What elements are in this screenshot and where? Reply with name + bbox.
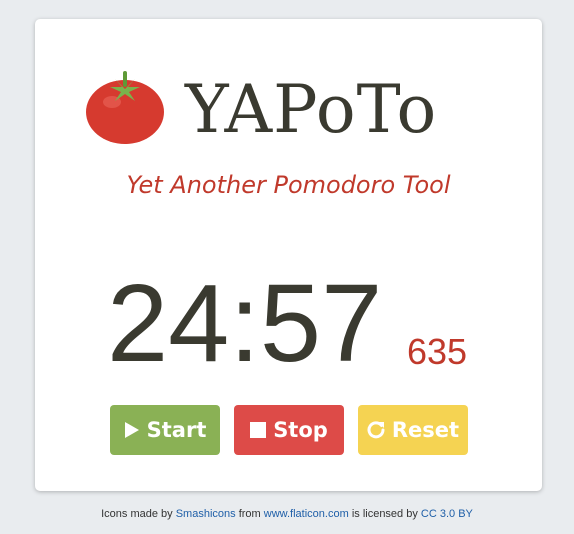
play-icon bbox=[124, 421, 140, 439]
reset-button[interactable]: Reset bbox=[358, 405, 468, 455]
attribution-prefix: Icons made by bbox=[101, 508, 173, 520]
timer-minutes-seconds: 24:57 bbox=[107, 262, 383, 385]
reset-icon bbox=[367, 421, 385, 439]
flaticon-link[interactable]: www.flaticon.com bbox=[264, 508, 349, 520]
timer-display: 24:57 635 bbox=[107, 264, 487, 384]
author-link[interactable]: Smashicons bbox=[176, 508, 236, 520]
attribution-license-text: is licensed by bbox=[351, 508, 418, 520]
pomodoro-card: YAPoTo Yet Another Pomodoro Tool 24:57 6… bbox=[35, 19, 542, 491]
start-button[interactable]: Start bbox=[110, 405, 220, 455]
license-link[interactable]: CC 3.0 BY bbox=[421, 508, 473, 520]
start-button-label: Start bbox=[146, 418, 207, 442]
stop-button-label: Stop bbox=[273, 418, 328, 442]
tomato-icon bbox=[85, 65, 165, 145]
stop-button[interactable]: Stop bbox=[234, 405, 344, 455]
stop-icon bbox=[250, 422, 267, 438]
app-subtitle: Yet Another Pomodoro Tool bbox=[126, 171, 451, 199]
reset-button-label: Reset bbox=[391, 418, 460, 442]
timer-milliseconds: 635 bbox=[407, 331, 468, 372]
app-title: YAPoTo bbox=[185, 71, 438, 148]
attribution-from: from bbox=[238, 508, 261, 520]
attribution-footer: Icons made by Smashicons from www.flatic… bbox=[0, 508, 574, 520]
